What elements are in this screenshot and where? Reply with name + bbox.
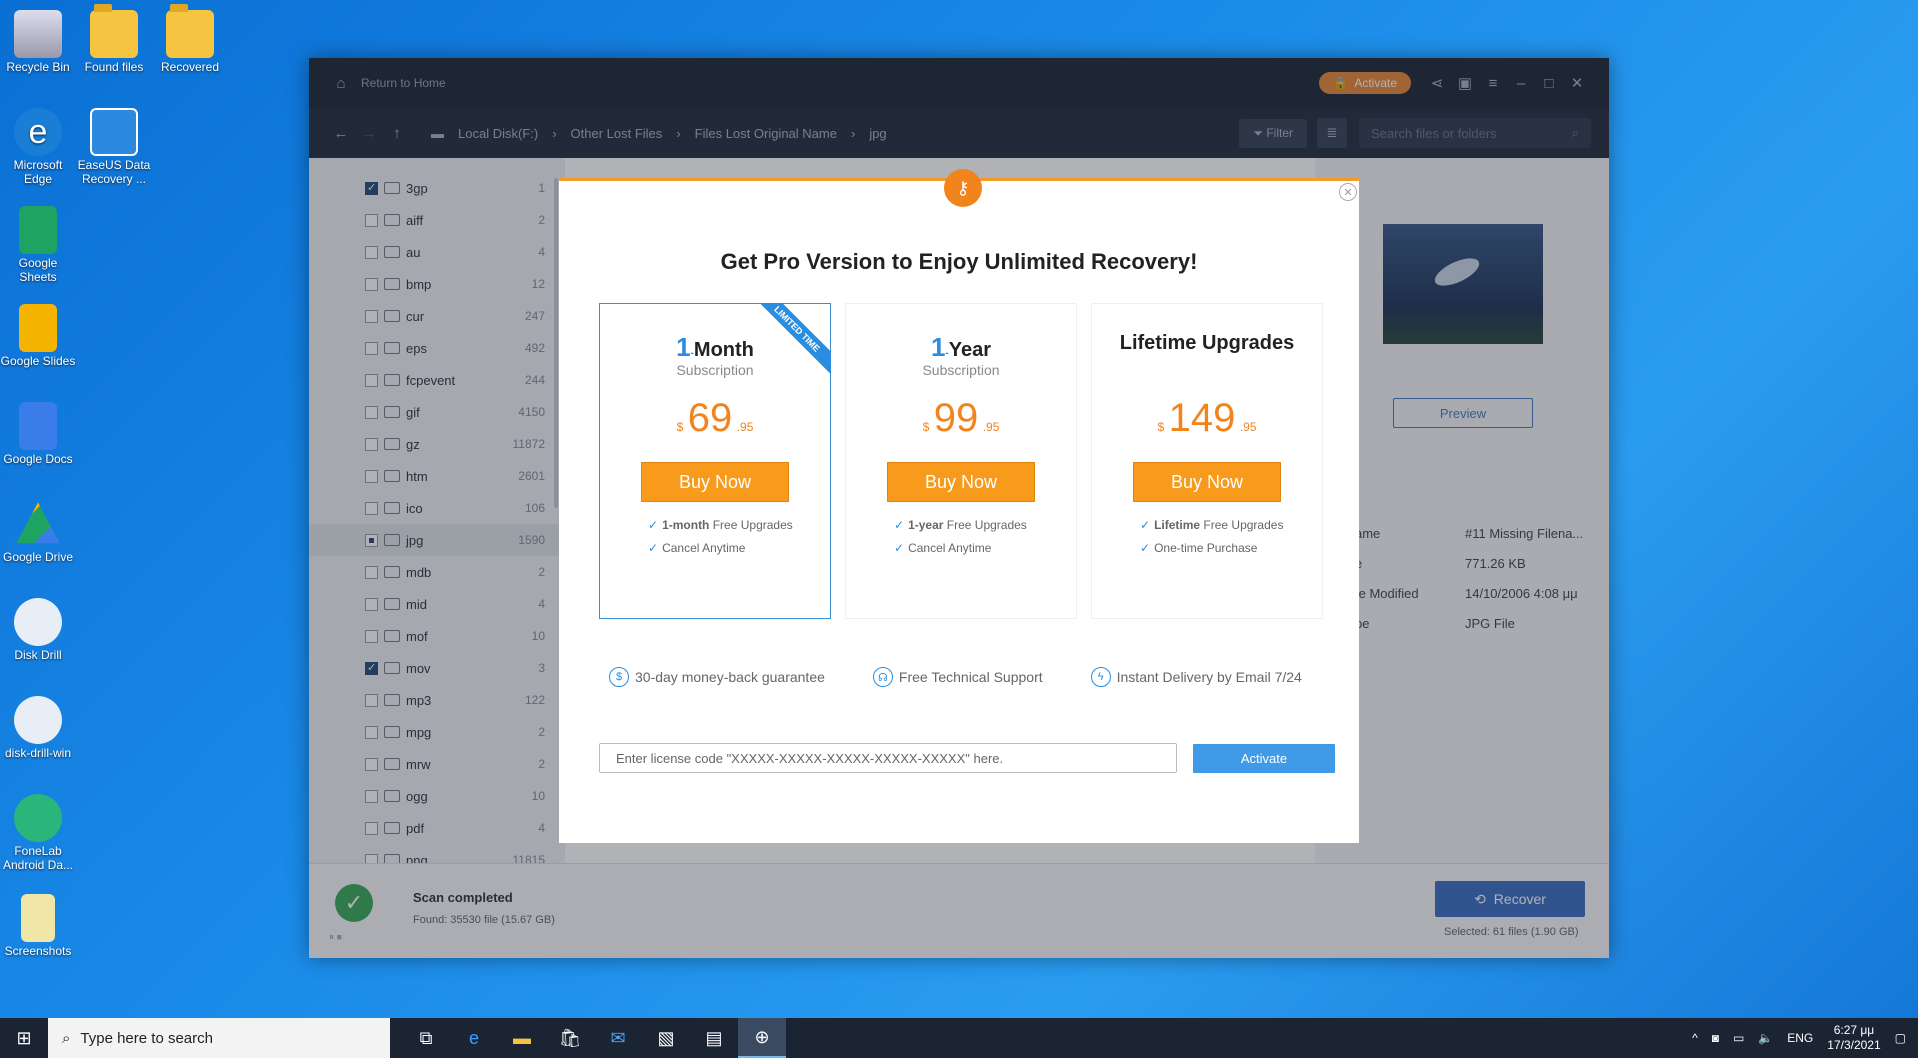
diskdrill-icon: [14, 696, 62, 744]
network-icon[interactable]: ▭: [1733, 1031, 1744, 1045]
plan-price: $ 69 .95: [676, 396, 754, 440]
check-icon: ✓: [1140, 518, 1151, 532]
desktop-icon-recovered[interactable]: Recovered: [152, 4, 228, 74]
license-code-input[interactable]: Enter license code "XXXXX-XXXXX-XXXXX-XX…: [599, 743, 1177, 773]
buy-now-button[interactable]: Buy Now: [887, 462, 1035, 502]
screenshots-icon: [21, 894, 55, 942]
buy-now-button[interactable]: Buy Now: [641, 462, 789, 502]
diskdrill-icon: [14, 598, 62, 646]
chevron-up-icon[interactable]: ^: [1692, 1031, 1698, 1045]
desktop-icon-disk-drill-win[interactable]: disk-drill-win: [0, 690, 76, 760]
desktop-icon-slides[interactable]: Google Slides: [0, 298, 76, 368]
search-icon: ⌕: [62, 1029, 71, 1047]
desktop-icon-drive[interactable]: Google Drive: [0, 494, 76, 564]
plan-price: $ 99 .95: [922, 396, 1000, 440]
plan-title: 1-Year: [930, 332, 992, 362]
dollar-icon: $: [609, 667, 629, 687]
check-icon: ✓: [648, 518, 659, 532]
plan-subtitle: Subscription: [922, 362, 1000, 378]
clock[interactable]: 6:27 μμ 17/3/2021: [1827, 1023, 1880, 1053]
folder-icon: [166, 4, 214, 58]
plan-card-lifetime[interactable]: Lifetime Upgrades $ 149 .95 Buy Now ✓ Lif…: [1091, 303, 1323, 619]
check-icon: ✓: [1140, 541, 1151, 555]
taskbar-search[interactable]: ⌕ Type here to search: [48, 1018, 390, 1058]
desktop-icon-disk-drill[interactable]: Disk Drill: [0, 592, 76, 662]
system-tray: ^ ◙ ▭ 🔈 ENG 6:27 μμ 17/3/2021 ▢: [1692, 1023, 1918, 1053]
check-icon: ✓: [894, 541, 905, 555]
photos-icon[interactable]: ▧: [642, 1018, 690, 1058]
sheets-icon: [19, 206, 57, 254]
task-view-icon[interactable]: ⧉: [402, 1018, 450, 1058]
slides-icon: [19, 304, 57, 352]
recycle-bin-icon: [14, 10, 62, 58]
taskbar: ⊞ ⌕ Type here to search ⧉ e ▬ 🛍 ✉ ▧ ▤ ⊕ ^…: [0, 1018, 1918, 1058]
guarantee-item: ϟ Instant Delivery by Email 7/24: [1090, 667, 1302, 687]
edge-icon: e: [14, 108, 62, 156]
plan-price: $ 149 .95: [1157, 396, 1257, 440]
headset-icon: ☊: [872, 667, 893, 687]
easeus-taskbar-icon[interactable]: ⊕: [738, 1018, 786, 1058]
plan-card-year[interactable]: 1-Year Subscription $ 99 .95 Buy Now ✓ 1-…: [845, 303, 1077, 619]
key-icon: ⚷: [944, 169, 982, 207]
desktop-icon-found-files[interactable]: Found files: [76, 4, 152, 74]
lightning-icon: ϟ: [1090, 667, 1111, 687]
limited-time-ribbon: LIMITED TIME: [751, 303, 831, 383]
desktop-icon-docs[interactable]: Google Docs: [0, 396, 76, 466]
activate-button[interactable]: Activate: [1193, 744, 1335, 773]
guarantees: $30-day money-back guarantee ☊ Free Techn…: [609, 667, 1302, 687]
desktop-icon-sheets[interactable]: Google Sheets: [0, 200, 76, 284]
volume-icon[interactable]: 🔈: [1758, 1031, 1773, 1045]
guarantee-item: ☊ Free Technical Support: [872, 667, 1043, 687]
app-icon[interactable]: ▤: [690, 1018, 738, 1058]
plan-card-month[interactable]: LIMITED TIME 1-Month Subscription $ 69 .…: [599, 303, 831, 619]
close-icon[interactable]: ✕: [1339, 183, 1357, 201]
desktop-icon-screenshots[interactable]: Screenshots: [0, 888, 76, 958]
edge-taskbar-icon[interactable]: e: [450, 1018, 498, 1058]
modal-title: Get Pro Version to Enjoy Unlimited Recov…: [720, 249, 1198, 274]
buy-now-button[interactable]: Buy Now: [1133, 462, 1281, 502]
check-icon: ✓: [648, 541, 659, 555]
notification-icon[interactable]: ▢: [1895, 1031, 1906, 1045]
check-icon: ✓: [894, 518, 905, 532]
mail-icon[interactable]: ✉: [594, 1018, 642, 1058]
easeus-icon: [90, 108, 138, 156]
docs-icon: [19, 402, 57, 450]
desktop-icon-fonelab[interactable]: FoneLab Android Da...: [0, 788, 76, 872]
upgrade-modal: ⚷ ✕ Get Pro Version to Enjoy Unlimited R…: [559, 169, 1359, 843]
store-icon[interactable]: 🛍: [546, 1018, 594, 1058]
plan-cards: LIMITED TIME 1-Month Subscription $ 69 .…: [599, 303, 1323, 619]
camera-icon[interactable]: ◙: [1712, 1031, 1719, 1045]
file-explorer-icon[interactable]: ▬: [498, 1018, 546, 1058]
plan-features: ✓ Lifetime Free Upgrades ✓ One-time Purcha…: [1140, 518, 1284, 555]
drive-icon: [16, 502, 60, 544]
plan-features: ✓ 1-month Free Upgrades ✓ Cancel Anytime: [648, 518, 793, 555]
windows-start-icon[interactable]: ⊞: [0, 1018, 48, 1058]
folder-icon: [90, 4, 138, 58]
plan-title: Lifetime Upgrades: [1119, 332, 1295, 354]
language-indicator[interactable]: ENG: [1787, 1031, 1813, 1045]
guarantee-item: $30-day money-back guarantee: [609, 667, 825, 687]
desktop-icon-easeus[interactable]: EaseUS Data Recovery ...: [76, 102, 152, 186]
desktop-icon-recycle-bin[interactable]: Recycle Bin: [0, 4, 76, 74]
plan-features: ✓ 1-year Free Upgrades ✓ Cancel Anytime: [894, 518, 1027, 555]
desktop-icon-edge[interactable]: e Microsoft Edge: [0, 102, 76, 186]
fonelab-icon: [14, 794, 62, 842]
